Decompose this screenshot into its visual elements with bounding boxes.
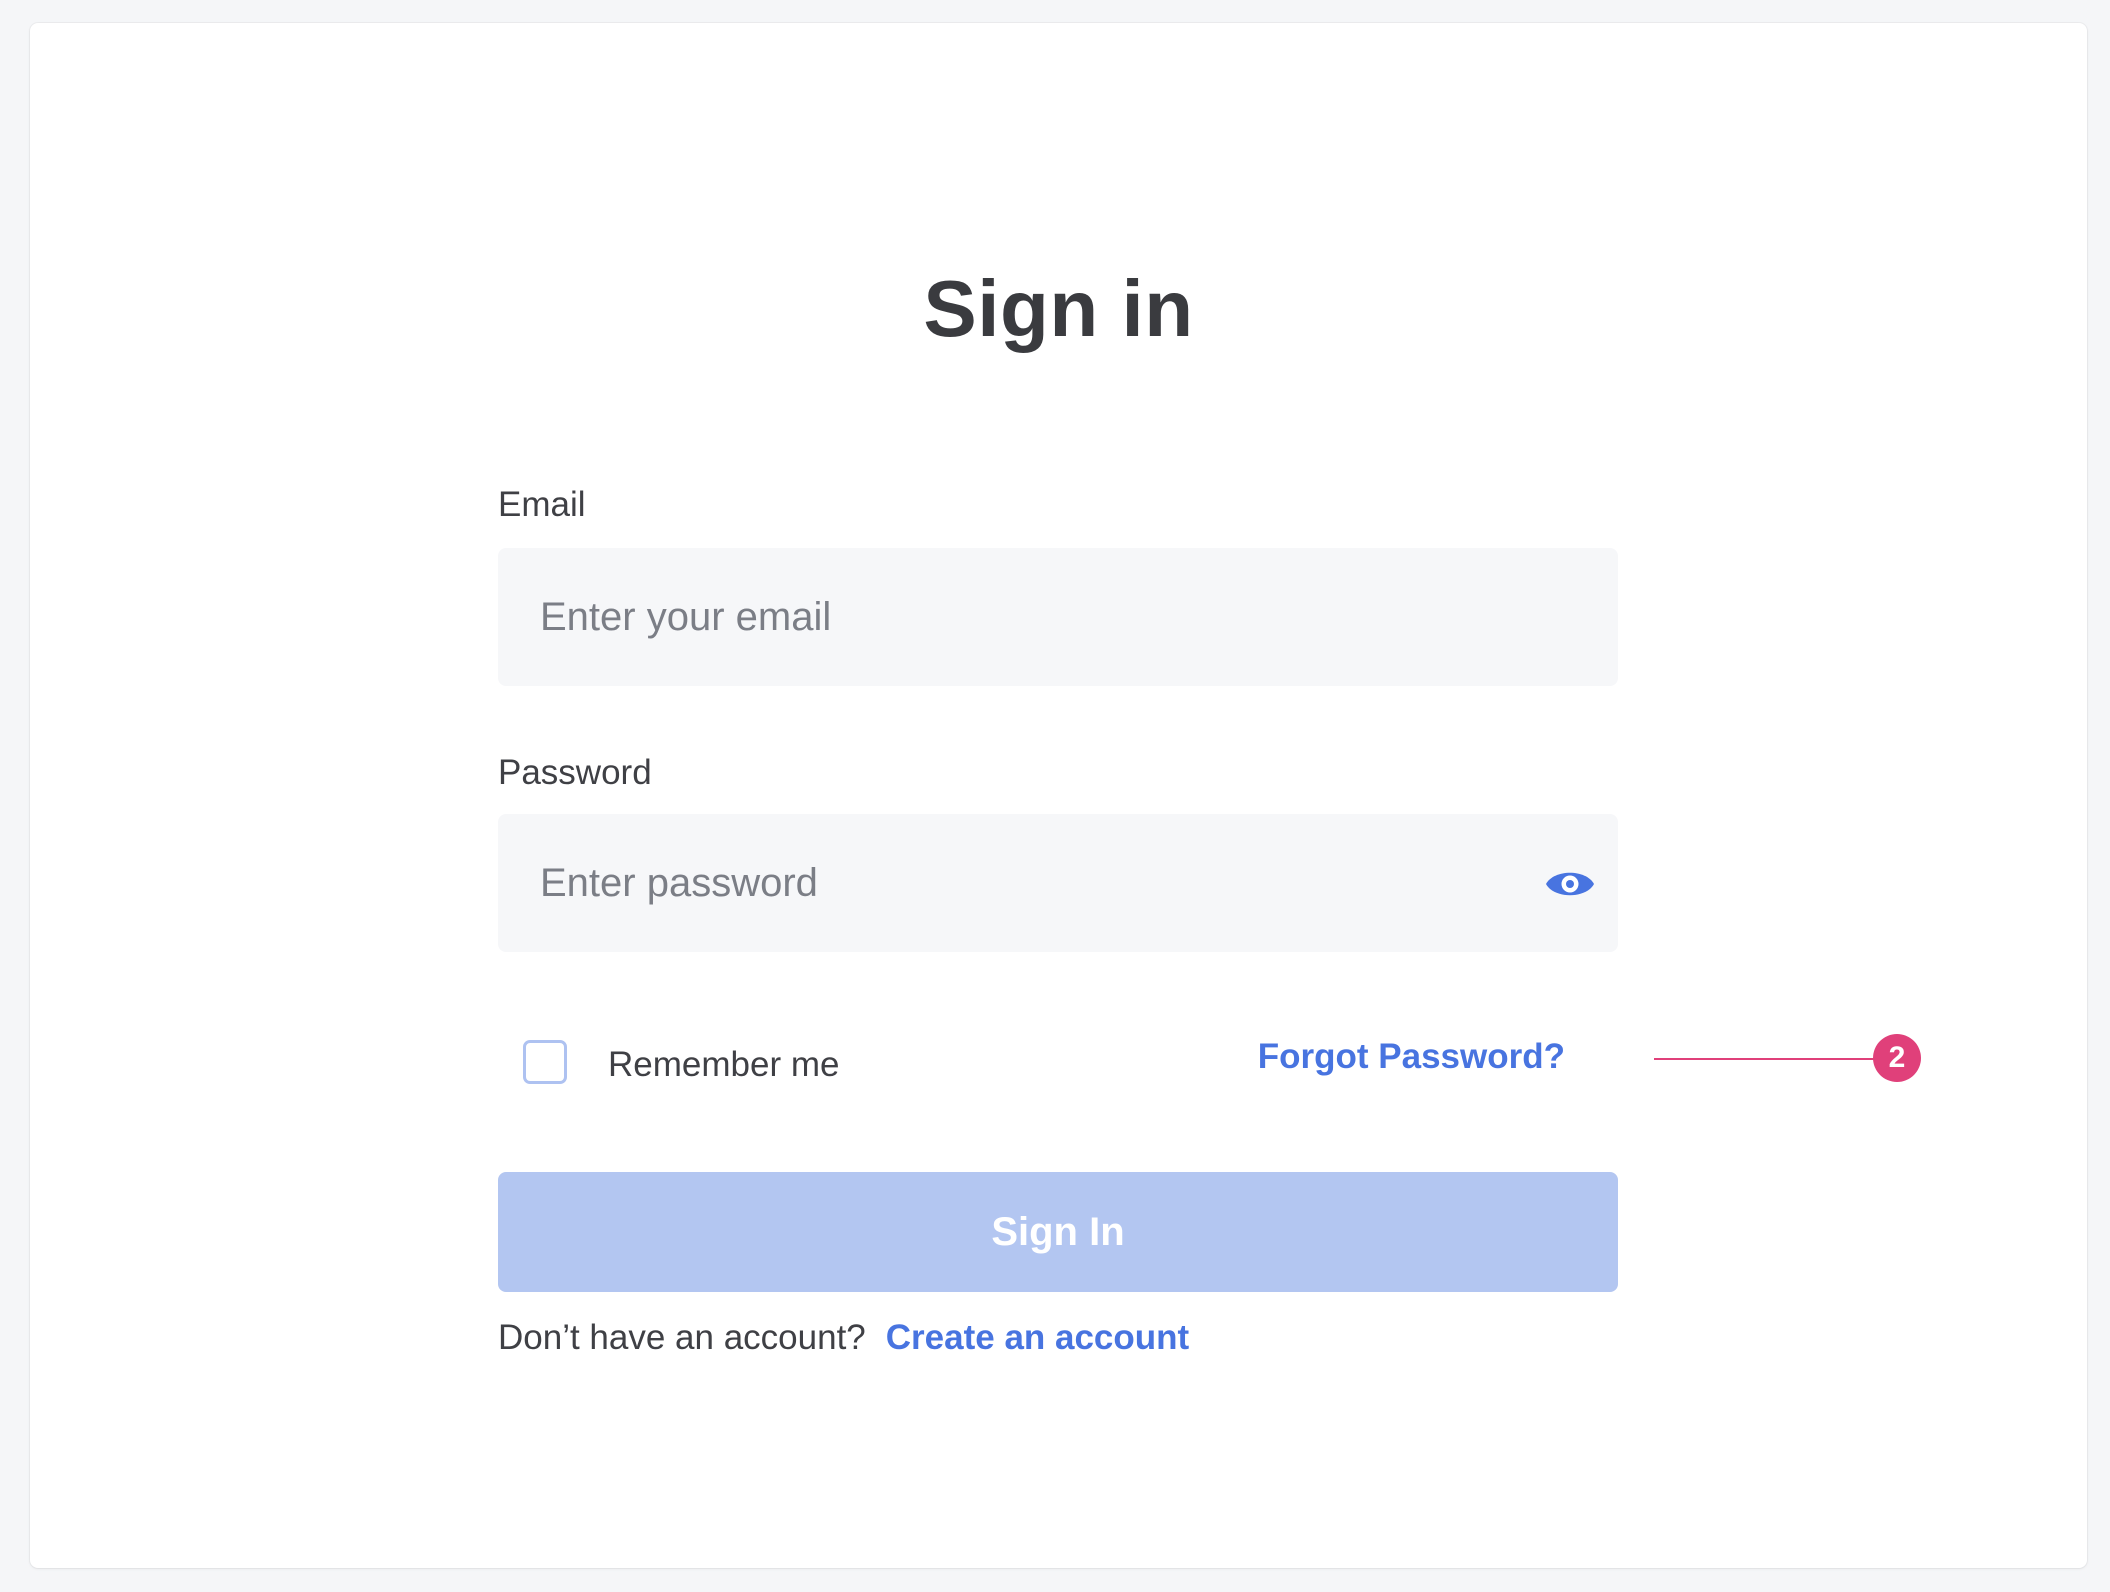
password-label: Password — [498, 753, 652, 792]
password-field-container — [498, 814, 1618, 952]
show-password-button[interactable] — [1544, 858, 1596, 910]
annotation-callout-line — [1654, 1058, 1876, 1060]
password-field[interactable] — [498, 814, 1618, 952]
email-field[interactable] — [498, 548, 1618, 686]
forgot-password-link[interactable]: Forgot Password? — [1258, 1035, 1565, 1079]
page-title: Sign in — [923, 264, 1194, 353]
signup-prompt: Don’t have an account? — [498, 1318, 866, 1357]
remember-me-label[interactable]: Remember me — [608, 1043, 839, 1087]
signup-row: Don’t have an account? Create an account — [498, 1316, 1189, 1360]
sign-in-card: Sign in Email Password Remember me Forgo… — [30, 23, 2087, 1568]
sign-in-button[interactable]: Sign In — [498, 1172, 1618, 1292]
annotation-badge: 2 — [1873, 1034, 1921, 1082]
eye-icon — [1546, 872, 1594, 896]
create-account-link[interactable]: Create an account — [886, 1318, 1189, 1357]
remember-me-checkbox[interactable] — [523, 1040, 567, 1084]
email-label: Email — [498, 485, 586, 524]
email-field-container — [498, 548, 1618, 686]
